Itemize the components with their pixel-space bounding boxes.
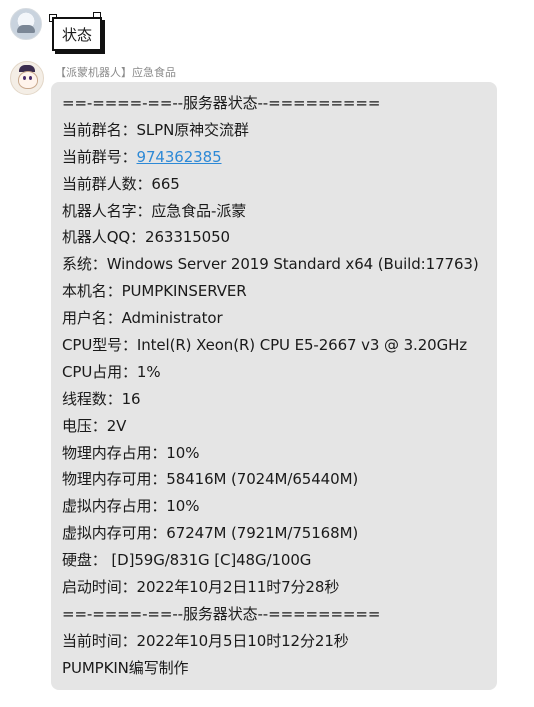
avatar-face — [18, 71, 38, 89]
physical-memory-usage-line: 物理内存占用：10% — [62, 443, 200, 462]
group-members-line: 当前群人数：665 — [62, 174, 180, 193]
virtual-memory-usage-line: 虚拟内存占用：10% — [62, 497, 200, 516]
username-line: 用户名：Administrator — [62, 309, 223, 328]
chat-view: 状态 【派蒙机器人】应急食品 ==-====-==--服务器状态--======… — [0, 0, 534, 707]
status-header-line: ==-====-==--服务器状态--========= — [62, 94, 381, 112]
user-avatar[interactable] — [10, 8, 42, 40]
group-number-link[interactable]: 974362385 — [137, 148, 222, 166]
cpu-usage-line: CPU占用：1% — [62, 362, 161, 381]
avatar-eye — [23, 76, 26, 80]
avatar-eye — [29, 76, 32, 80]
thread-count-line: 线程数：16 — [62, 389, 141, 408]
bot-name-line: 机器人名字：应急食品-派蒙 — [62, 201, 247, 220]
current-time-line: 当前时间：2022年10月5日10时12分21秒 — [62, 631, 349, 650]
boot-time-line: 启动时间：2022年10月2日11时7分28秒 — [62, 578, 340, 597]
hostname-line: 本机名：PUMPKINSERVER — [62, 282, 247, 301]
group-number-label: 当前群号： — [62, 147, 137, 166]
bot-avatar[interactable] — [10, 61, 44, 95]
bot-qq-line: 机器人QQ：263315050 — [62, 228, 231, 247]
voltage-line: 电压：2V — [62, 416, 127, 435]
system-line: 系统：Windows Server 2019 Standard x64 (Bui… — [62, 255, 479, 274]
group-number-line: 当前群号：974362385 — [62, 144, 489, 171]
author-line: PUMPKIN编写制作 — [62, 658, 189, 677]
physical-memory-available-line: 物理内存可用：58416M (7024M/65440M) — [62, 470, 359, 489]
message-bubble[interactable]: ==-====-==--服务器状态--========= 当前群名：SLPN原神… — [51, 82, 497, 690]
cpu-model-line: CPU型号：Intel(R) Xeon(R) CPU E5-2667 v3 @ … — [62, 336, 468, 355]
disk-line: 硬盘： [D]59G/831G [C]48G/100G — [62, 551, 312, 570]
status-footer-line: ==-====-==--服务器状态--========= — [62, 604, 381, 623]
sender-name: 【派蒙机器人】应急食品 — [55, 66, 176, 79]
virtual-memory-available-line: 虚拟内存可用：67247M (7921M/75168M) — [62, 524, 359, 543]
group-name-line: 当前群名：SLPN原神交流群 — [62, 120, 249, 139]
sticker-text: 状态 — [52, 17, 102, 51]
status-sticker[interactable]: 状态 — [49, 12, 107, 56]
